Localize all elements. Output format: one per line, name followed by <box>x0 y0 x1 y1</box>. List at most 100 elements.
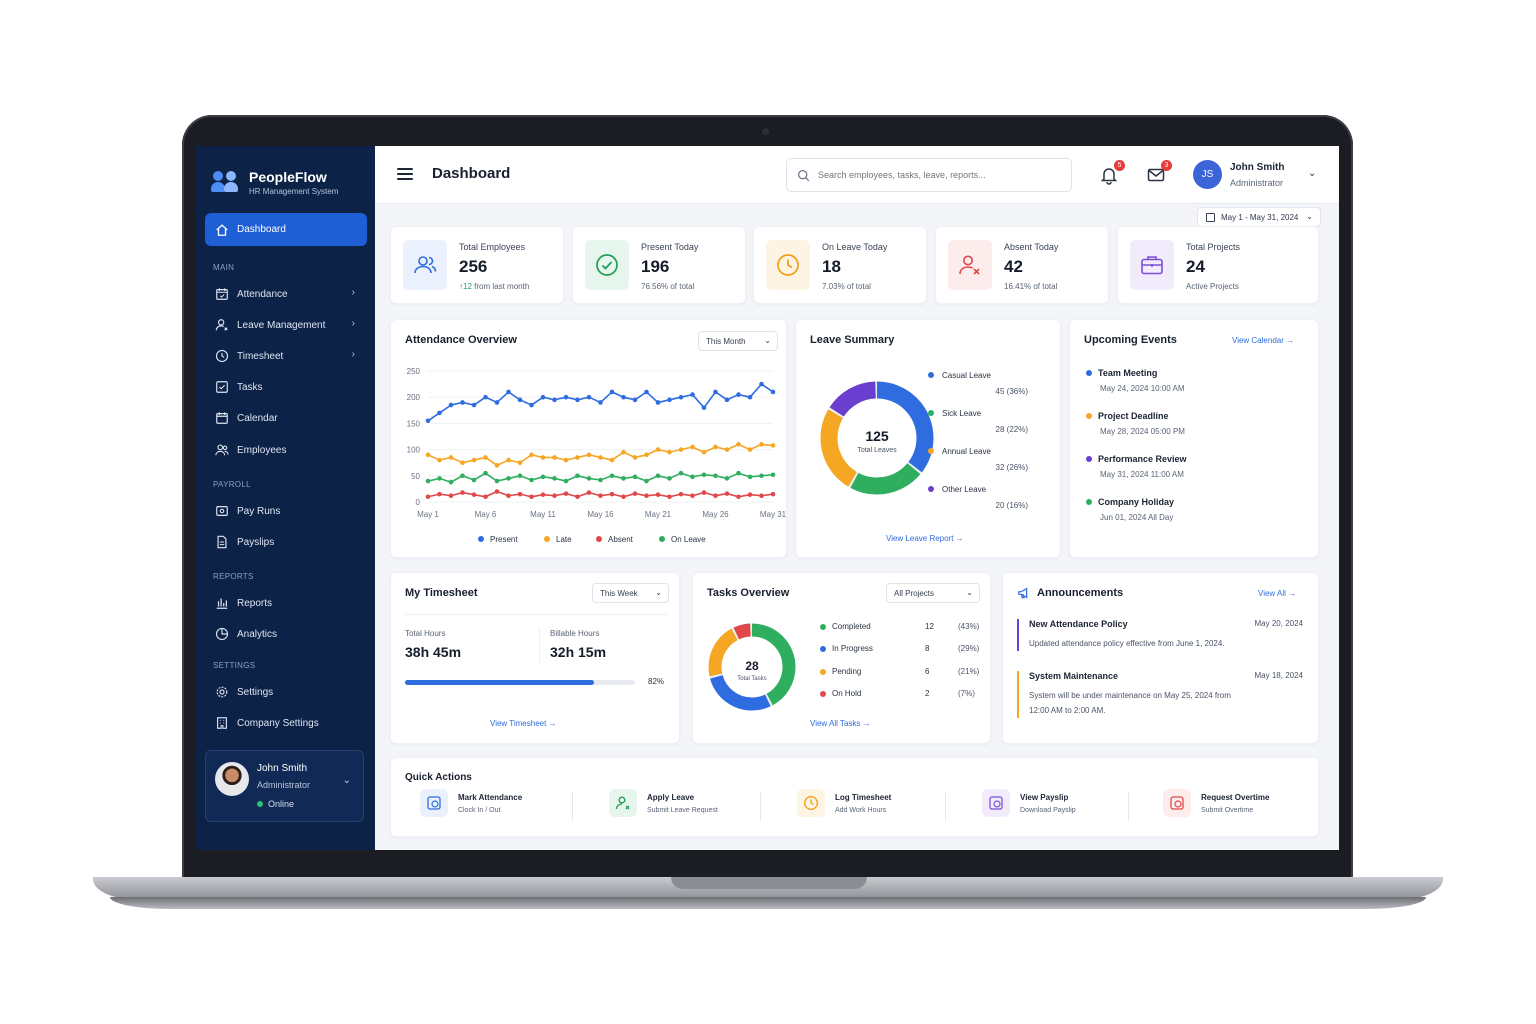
legend-label: Sick Leave <box>942 409 982 418</box>
sidebar: PeopleFlow HR Management System Dashboar… <box>196 146 375 850</box>
menu-icon[interactable] <box>397 168 413 180</box>
sidebar-item-company-settings[interactable]: Company Settings <box>215 714 365 732</box>
divider <box>1128 791 1129 821</box>
data-point <box>483 455 488 460</box>
sidebar-user-card[interactable]: John Smith Administrator Online ⌄ <box>205 750 364 822</box>
select-value: This Week <box>600 588 638 598</box>
data-point <box>517 473 523 479</box>
stat-card-total-employees[interactable]: Total Employees 256 ↑12 from last month <box>390 226 564 304</box>
stat-card-present-today[interactable]: Present Today 196 76.56% of total <box>572 226 746 304</box>
sidebar-item-calendar[interactable]: Calendar <box>215 409 365 427</box>
sidebar-item-payslips[interactable]: Payslips <box>215 533 365 551</box>
announcement-body: System will be under maintenance on May … <box>1029 691 1231 715</box>
task-row-on-hold: On Hold 2 (7%) <box>820 689 980 698</box>
data-point <box>575 494 580 500</box>
task-percent: (7%) <box>958 689 975 698</box>
view-all-tasks-link[interactable]: View All Tasks → <box>810 719 871 728</box>
divider <box>945 791 946 821</box>
event-item[interactable]: Project Deadline May 28, 2024 05:00 PM <box>1086 411 1185 436</box>
sidebar-item-leave-management[interactable]: Leave Management › <box>215 316 365 334</box>
sidebar-item-label: Attendance <box>237 288 288 300</box>
data-point <box>747 394 753 400</box>
event-item[interactable]: Team Meeting May 24, 2024 10:00 AM <box>1086 368 1185 393</box>
event-item[interactable]: Company Holiday Jun 01, 2024 All Day <box>1086 497 1174 522</box>
announcement-item[interactable]: System Maintenance May 18, 2024 System w… <box>1017 671 1307 718</box>
x-tick-label: May 26 <box>702 510 729 519</box>
announcement-item[interactable]: New Attendance Policy May 20, 2024 Updat… <box>1017 619 1307 651</box>
status-label: Online <box>268 799 295 809</box>
user-x-icon <box>948 240 992 290</box>
event-item[interactable]: Performance Review May 31, 2024 11:00 AM <box>1086 454 1187 479</box>
quick-action-mark-attendance[interactable]: Mark Attendance Clock In / Out <box>420 789 522 817</box>
sidebar-item-label: Timesheet <box>237 350 284 362</box>
view-timesheet-link[interactable]: View Timesheet → <box>490 719 557 728</box>
attendance-overview-card: Attendance Overview This Month ⌄ 0 50 100 15… <box>390 319 787 558</box>
task-row-pending: Pending 6 (21%) <box>820 667 980 676</box>
data-point <box>494 478 500 484</box>
sidebar-item-reports[interactable]: Reports <box>215 594 365 612</box>
timesheet-progress-track <box>405 680 635 685</box>
user-status: Online <box>257 799 294 809</box>
stat-card-on-leave[interactable]: On Leave Today 18 7.03% of total <box>753 226 927 304</box>
task-label: Completed <box>832 622 871 631</box>
data-point <box>609 457 615 463</box>
data-point <box>483 470 488 476</box>
quick-action-request-overtime[interactable]: Request Overtime Submit Overtime <box>1163 789 1269 817</box>
legend-dot-icon <box>928 486 934 492</box>
sidebar-item-employees[interactable]: Employees <box>215 441 365 459</box>
chevron-down-icon[interactable]: ⌄ <box>1308 168 1316 179</box>
chevron-down-icon: ⌄ <box>655 588 662 597</box>
x-tick-label: May 21 <box>645 510 672 519</box>
event-date: May 28, 2024 05:00 PM <box>1100 427 1185 436</box>
sidebar-item-settings[interactable]: Settings <box>215 683 365 701</box>
quick-action-apply-leave[interactable]: Apply Leave Submit Leave Request <box>609 789 718 817</box>
view-leave-report-link[interactable]: View Leave Report → <box>886 534 964 543</box>
chevron-down-icon[interactable]: ⌄ <box>343 775 351 786</box>
data-point <box>425 478 431 484</box>
timesheet-period-select[interactable]: This Week ⌄ <box>592 583 669 603</box>
sidebar-item-timesheet[interactable]: Timesheet › <box>215 347 365 365</box>
data-point <box>552 455 557 460</box>
sidebar-item-analytics[interactable]: Analytics <box>215 625 365 643</box>
view-calendar-link[interactable]: View Calendar → <box>1232 336 1294 345</box>
notifications-button[interactable]: 5 <box>1099 160 1125 185</box>
messages-button[interactable]: 3 <box>1146 160 1172 185</box>
view-all-announcements-link[interactable]: View All → <box>1258 589 1296 598</box>
x-tick-label: May 6 <box>475 510 497 519</box>
data-point <box>644 478 649 484</box>
quick-action-log-timesheet[interactable]: Log Timesheet Add Work Hours <box>797 789 891 817</box>
sidebar-item-attendance[interactable]: Attendance › <box>215 285 365 303</box>
date-range-picker[interactable]: May 1 - May 31, 2024 ⌄ <box>1197 207 1321 227</box>
user-leave-icon <box>609 789 637 817</box>
data-point <box>540 474 546 480</box>
donut-center-value: 125 <box>865 428 889 444</box>
briefcase-icon <box>1130 240 1174 290</box>
donut-center-label: Total Tasks <box>737 676 767 682</box>
billable-hours-value: 32h 15m <box>550 644 607 660</box>
sidebar-item-pay-runs[interactable]: Pay Runs <box>215 502 365 520</box>
data-point <box>759 381 764 387</box>
user-avatar[interactable]: JS <box>1193 160 1222 189</box>
legend-value: 45 (36%) <box>996 387 1029 396</box>
stat-sub: 16.41% of total <box>1004 282 1058 291</box>
quick-actions-card: Quick Actions Mark Attendance Clock In / … <box>390 757 1319 837</box>
stat-card-total-projects[interactable]: Total Projects 24 Active Projects <box>1117 226 1319 304</box>
search-input[interactable] <box>818 170 1058 180</box>
avatar <box>215 762 249 796</box>
section-settings: SETTINGS <box>213 661 256 670</box>
quick-action-view-payslip[interactable]: View Payslip Download Payslip <box>982 789 1076 817</box>
logo-icon <box>211 171 239 193</box>
sidebar-item-dashboard[interactable]: Dashboard <box>205 213 367 246</box>
legend-dot-icon <box>659 536 665 542</box>
data-point <box>494 400 500 405</box>
data-point <box>678 470 684 476</box>
data-point <box>575 455 580 460</box>
y-tick-label: 250 <box>407 367 421 376</box>
sidebar-item-tasks[interactable]: Tasks <box>215 378 365 396</box>
stat-card-absent-today[interactable]: Absent Today 42 16.41% of total <box>935 226 1109 304</box>
search-bar[interactable] <box>786 158 1072 192</box>
quick-action-title: Request Overtime <box>1201 792 1270 802</box>
tasks-overview-card: Tasks Overview All Projects ⌄ 28 Total Tas… <box>692 572 991 744</box>
data-point <box>552 476 557 481</box>
quick-action-title: Apply Leave <box>647 792 695 802</box>
